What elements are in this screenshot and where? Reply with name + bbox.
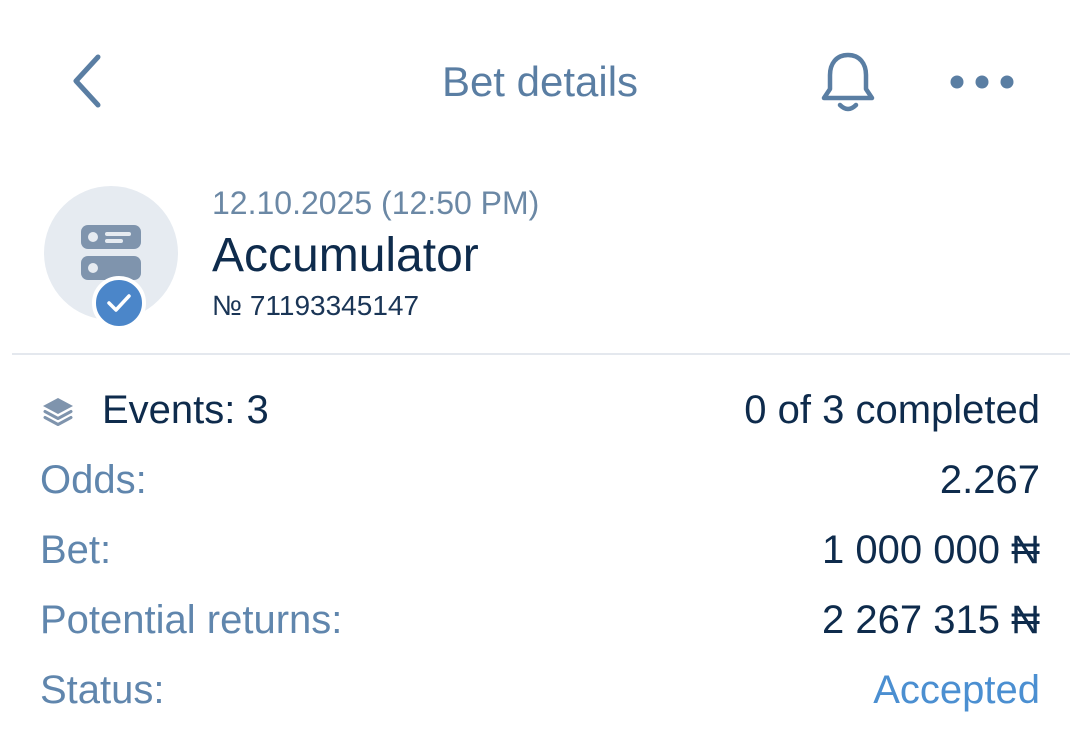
more-horizontal-icon bbox=[950, 75, 1014, 89]
bet-type: Accumulator bbox=[212, 229, 479, 282]
bet-amount-label: Bet: bbox=[40, 528, 112, 572]
page-title: Bet details bbox=[441, 58, 639, 105]
status-value: Accepted bbox=[873, 668, 1040, 712]
layers-icon bbox=[43, 398, 73, 426]
back-button[interactable] bbox=[58, 48, 118, 114]
status-row: Status: Accepted bbox=[40, 668, 1040, 728]
divider bbox=[12, 353, 1070, 355]
check-icon bbox=[107, 294, 131, 312]
odds-value: 2.267 bbox=[939, 458, 1040, 502]
bet-amount-value: 1 000 000 ₦ bbox=[822, 528, 1040, 572]
bet-amount-row: Bet: 1 000 000 ₦ bbox=[40, 528, 1040, 588]
accumulator-icon bbox=[81, 225, 141, 280]
notifications-button[interactable] bbox=[812, 46, 884, 118]
header: Bet details bbox=[0, 0, 1080, 160]
events-row[interactable]: Events: 3 0 of 3 completed bbox=[40, 388, 1040, 448]
events-progress: 0 of 3 completed bbox=[744, 388, 1040, 432]
more-options-button[interactable] bbox=[940, 56, 1024, 108]
odds-row: Odds: 2.267 bbox=[40, 458, 1040, 518]
potential-returns-label: Potential returns: bbox=[40, 598, 343, 642]
odds-label: Odds: bbox=[40, 458, 147, 502]
bet-details-screen: Bet details 12.10.2025 (12:50 PM) Accumu… bbox=[0, 0, 1080, 756]
bet-number: № 71193345147 bbox=[212, 290, 420, 321]
potential-returns-row: Potential returns: 2 267 315 ₦ bbox=[40, 598, 1040, 658]
accepted-badge bbox=[92, 276, 146, 330]
status-label: Status: bbox=[40, 668, 165, 712]
bell-icon bbox=[821, 52, 875, 112]
potential-returns-value: 2 267 315 ₦ bbox=[822, 598, 1040, 642]
bet-date: 12.10.2025 (12:50 PM) bbox=[212, 185, 540, 221]
events-label: Events: 3 bbox=[102, 388, 269, 432]
chevron-left-icon bbox=[73, 54, 101, 108]
